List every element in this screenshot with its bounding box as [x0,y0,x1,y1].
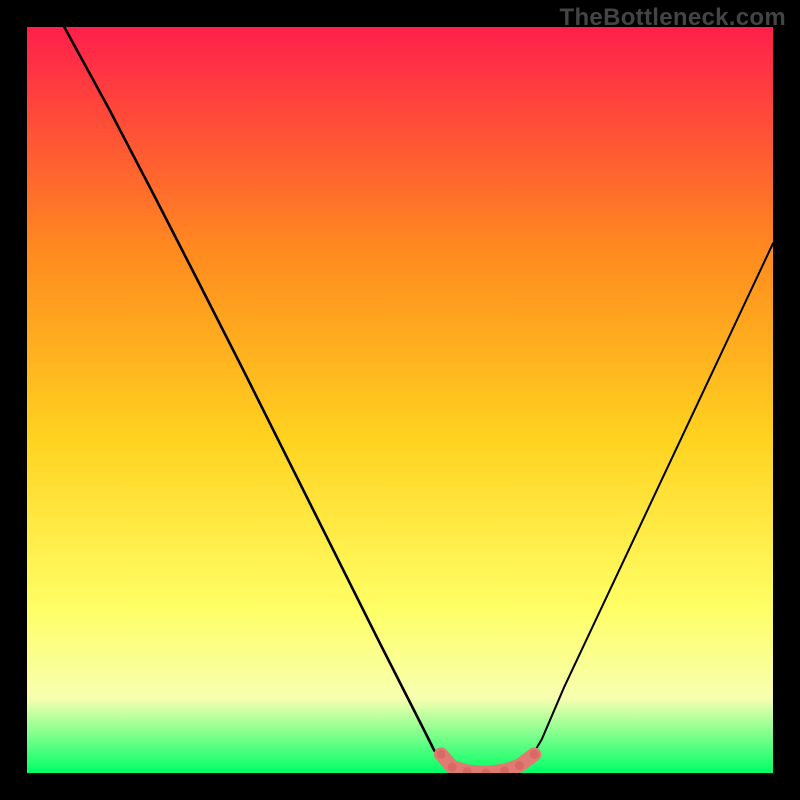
dip-marker [448,763,457,772]
dip-marker [530,750,539,759]
gradient-background [27,27,773,773]
dip-marker [515,761,524,770]
chart-frame: TheBottleneck.com [0,0,800,800]
bottleneck-chart [27,27,773,773]
watermark-text: TheBottleneck.com [560,4,786,32]
plot-area [27,27,773,773]
dip-marker [437,750,446,759]
